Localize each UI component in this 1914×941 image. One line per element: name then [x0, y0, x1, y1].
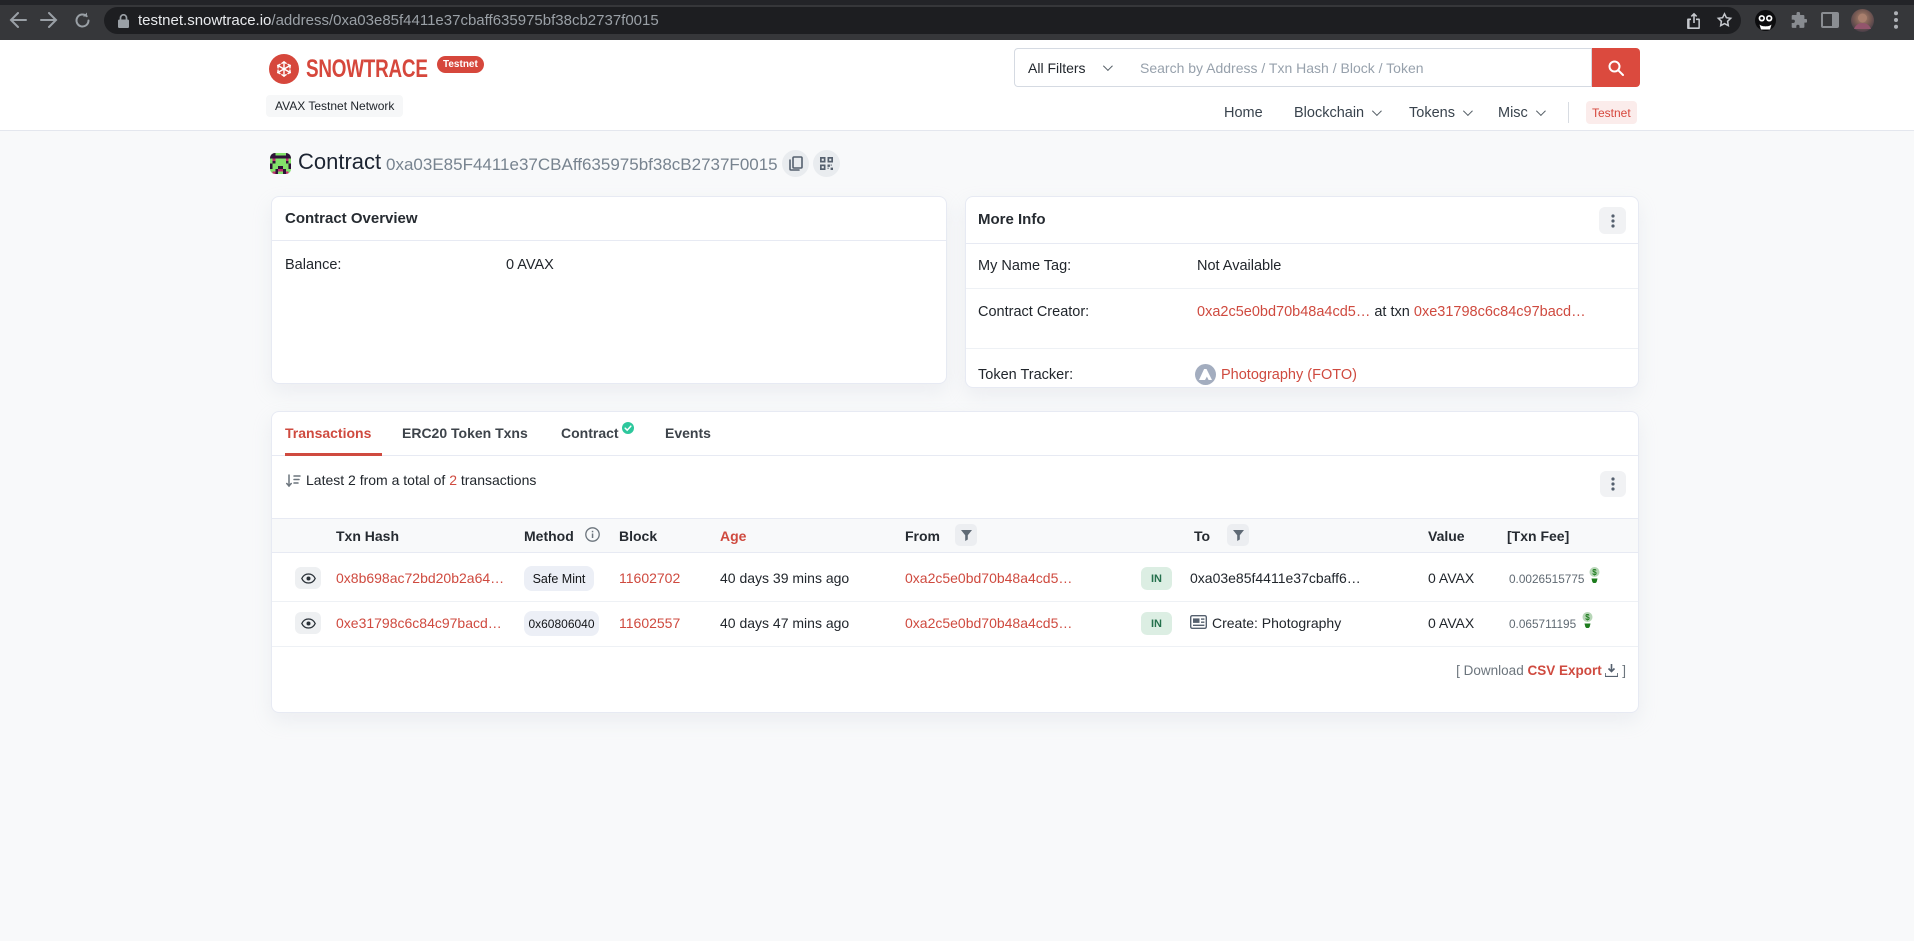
svg-text:$: $ — [1585, 613, 1590, 622]
svg-text:$: $ — [1592, 568, 1597, 577]
